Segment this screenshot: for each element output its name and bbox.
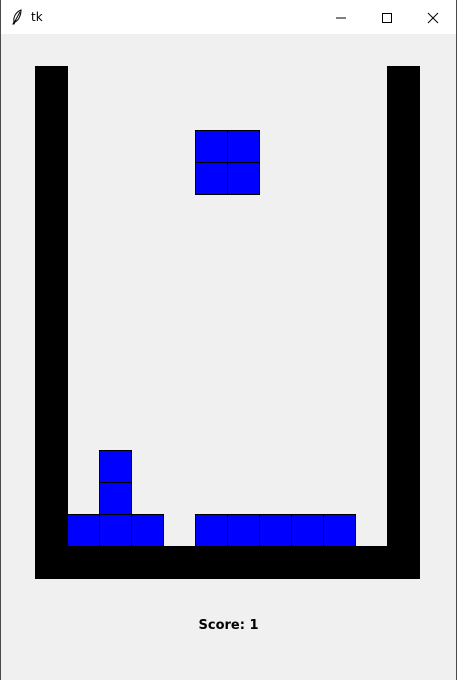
falling-piece-block [227, 162, 260, 195]
score-label: Score: 1 [198, 618, 259, 633]
settled-block [195, 514, 228, 547]
falling-piece-block [227, 130, 260, 163]
settled-block [99, 482, 132, 515]
right-wall [387, 66, 420, 579]
blocks-layer [67, 130, 356, 547]
settled-block [291, 514, 324, 547]
settled-block [259, 514, 292, 547]
left-wall [35, 66, 68, 579]
settled-block [323, 514, 356, 547]
falling-piece-block [195, 130, 228, 163]
app-window: tk Score: 1 [0, 0, 457, 680]
settled-block [131, 514, 164, 547]
settled-block [99, 514, 132, 547]
game-canvas[interactable] [1, 0, 456, 680]
settled-block [99, 450, 132, 483]
settled-block [67, 514, 100, 547]
falling-piece-block [195, 162, 228, 195]
settled-block [227, 514, 260, 547]
floor [35, 546, 420, 579]
